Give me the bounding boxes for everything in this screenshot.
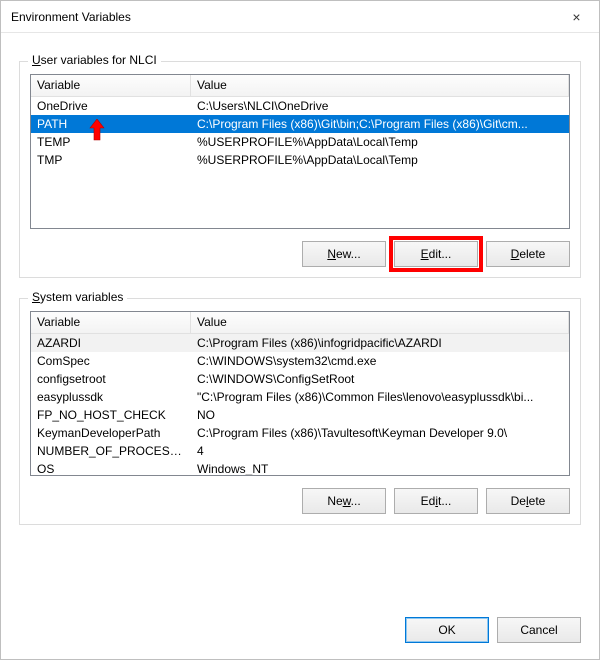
cell-variable: NUMBER_OF_PROCESSORS xyxy=(31,444,191,458)
cell-variable: TEMP xyxy=(31,135,191,149)
column-header-value[interactable]: Value xyxy=(191,75,569,96)
cell-variable: FP_NO_HOST_CHECK xyxy=(31,408,191,422)
dialog-content: User variables for NLCI Variable Value O… xyxy=(1,33,599,605)
close-icon: × xyxy=(572,9,580,25)
window-title: Environment Variables xyxy=(11,10,554,24)
table-row[interactable]: FP_NO_HOST_CHECKNO xyxy=(31,406,569,424)
cell-variable: ComSpec xyxy=(31,354,191,368)
user-variables-listview[interactable]: Variable Value OneDriveC:\Users\NLCI\One… xyxy=(30,74,570,229)
cancel-button[interactable]: Cancel xyxy=(497,617,581,643)
table-row[interactable]: AZARDIC:\Program Files (x86)\infogridpac… xyxy=(31,334,569,352)
cell-variable: PATH xyxy=(31,117,191,131)
system-delete-button[interactable]: Delete xyxy=(486,488,570,514)
cell-value: C:\Users\NLCI\OneDrive xyxy=(191,99,569,113)
user-delete-button[interactable]: Delete xyxy=(486,241,570,267)
system-new-button[interactable]: New... xyxy=(302,488,386,514)
system-edit-button[interactable]: Edit... xyxy=(394,488,478,514)
table-row[interactable]: TMP%USERPROFILE%\AppData\Local\Temp xyxy=(31,151,569,169)
cell-variable: OS xyxy=(31,462,191,475)
system-variables-listview[interactable]: Variable Value AZARDIC:\Program Files (x… xyxy=(30,311,570,476)
user-variables-buttons: New... Edit... Delete xyxy=(30,241,570,267)
close-button[interactable]: × xyxy=(554,1,599,33)
cell-value: C:\Program Files (x86)\infogridpacific\A… xyxy=(191,336,569,350)
user-new-button[interactable]: New... xyxy=(302,241,386,267)
cell-variable: AZARDI xyxy=(31,336,191,350)
cell-value: %USERPROFILE%\AppData\Local\Temp xyxy=(191,135,569,149)
ok-button[interactable]: OK xyxy=(405,617,489,643)
cell-value: "C:\Program Files (x86)\Common Files\len… xyxy=(191,390,569,404)
user-variables-body: OneDriveC:\Users\NLCI\OneDrivePATHC:\Pro… xyxy=(31,97,569,228)
cell-variable: KeymanDeveloperPath xyxy=(31,426,191,440)
titlebar: Environment Variables × xyxy=(1,1,599,33)
table-row[interactable]: ComSpecC:\WINDOWS\system32\cmd.exe xyxy=(31,352,569,370)
cell-value: C:\WINDOWS\system32\cmd.exe xyxy=(191,354,569,368)
table-row[interactable]: easyplussdk"C:\Program Files (x86)\Commo… xyxy=(31,388,569,406)
table-row[interactable]: KeymanDeveloperPathC:\Program Files (x86… xyxy=(31,424,569,442)
cell-value: 4 xyxy=(191,444,569,458)
listview-header: Variable Value xyxy=(31,312,569,334)
column-header-variable[interactable]: Variable xyxy=(31,75,191,96)
cell-variable: TMP xyxy=(31,153,191,167)
cell-variable: configsetroot xyxy=(31,372,191,386)
cell-value: C:\Program Files (x86)\Git\bin;C:\Progra… xyxy=(191,117,569,131)
cell-variable: easyplussdk xyxy=(31,390,191,404)
system-variables-legend: System variables xyxy=(28,290,127,304)
cell-value: C:\Program Files (x86)\Tavultesoft\Keyma… xyxy=(191,426,569,440)
system-variables-body[interactable]: AZARDIC:\Program Files (x86)\infogridpac… xyxy=(31,334,569,475)
user-variables-legend: User variables for NLCI xyxy=(28,53,161,67)
cell-value: %USERPROFILE%\AppData\Local\Temp xyxy=(191,153,569,167)
system-variables-buttons: New... Edit... Delete xyxy=(30,488,570,514)
column-header-value[interactable]: Value xyxy=(191,312,569,333)
table-row[interactable]: PATHC:\Program Files (x86)\Git\bin;C:\Pr… xyxy=(31,115,569,133)
environment-variables-dialog: Environment Variables × User variables f… xyxy=(0,0,600,660)
cell-value: Windows_NT xyxy=(191,462,569,475)
column-header-variable[interactable]: Variable xyxy=(31,312,191,333)
table-row[interactable]: OneDriveC:\Users\NLCI\OneDrive xyxy=(31,97,569,115)
cell-value: C:\WINDOWS\ConfigSetRoot xyxy=(191,372,569,386)
table-row[interactable]: configsetrootC:\WINDOWS\ConfigSetRoot xyxy=(31,370,569,388)
table-row[interactable]: OSWindows_NT xyxy=(31,460,569,475)
user-edit-button[interactable]: Edit... xyxy=(394,241,478,267)
table-row[interactable]: NUMBER_OF_PROCESSORS4 xyxy=(31,442,569,460)
table-row[interactable]: TEMP%USERPROFILE%\AppData\Local\Temp xyxy=(31,133,569,151)
listview-header: Variable Value xyxy=(31,75,569,97)
cell-value: NO xyxy=(191,408,569,422)
user-variables-group: User variables for NLCI Variable Value O… xyxy=(19,61,581,278)
dialog-footer: OK Cancel xyxy=(1,605,599,659)
system-variables-group: System variables Variable Value AZARDIC:… xyxy=(19,298,581,525)
cell-variable: OneDrive xyxy=(31,99,191,113)
